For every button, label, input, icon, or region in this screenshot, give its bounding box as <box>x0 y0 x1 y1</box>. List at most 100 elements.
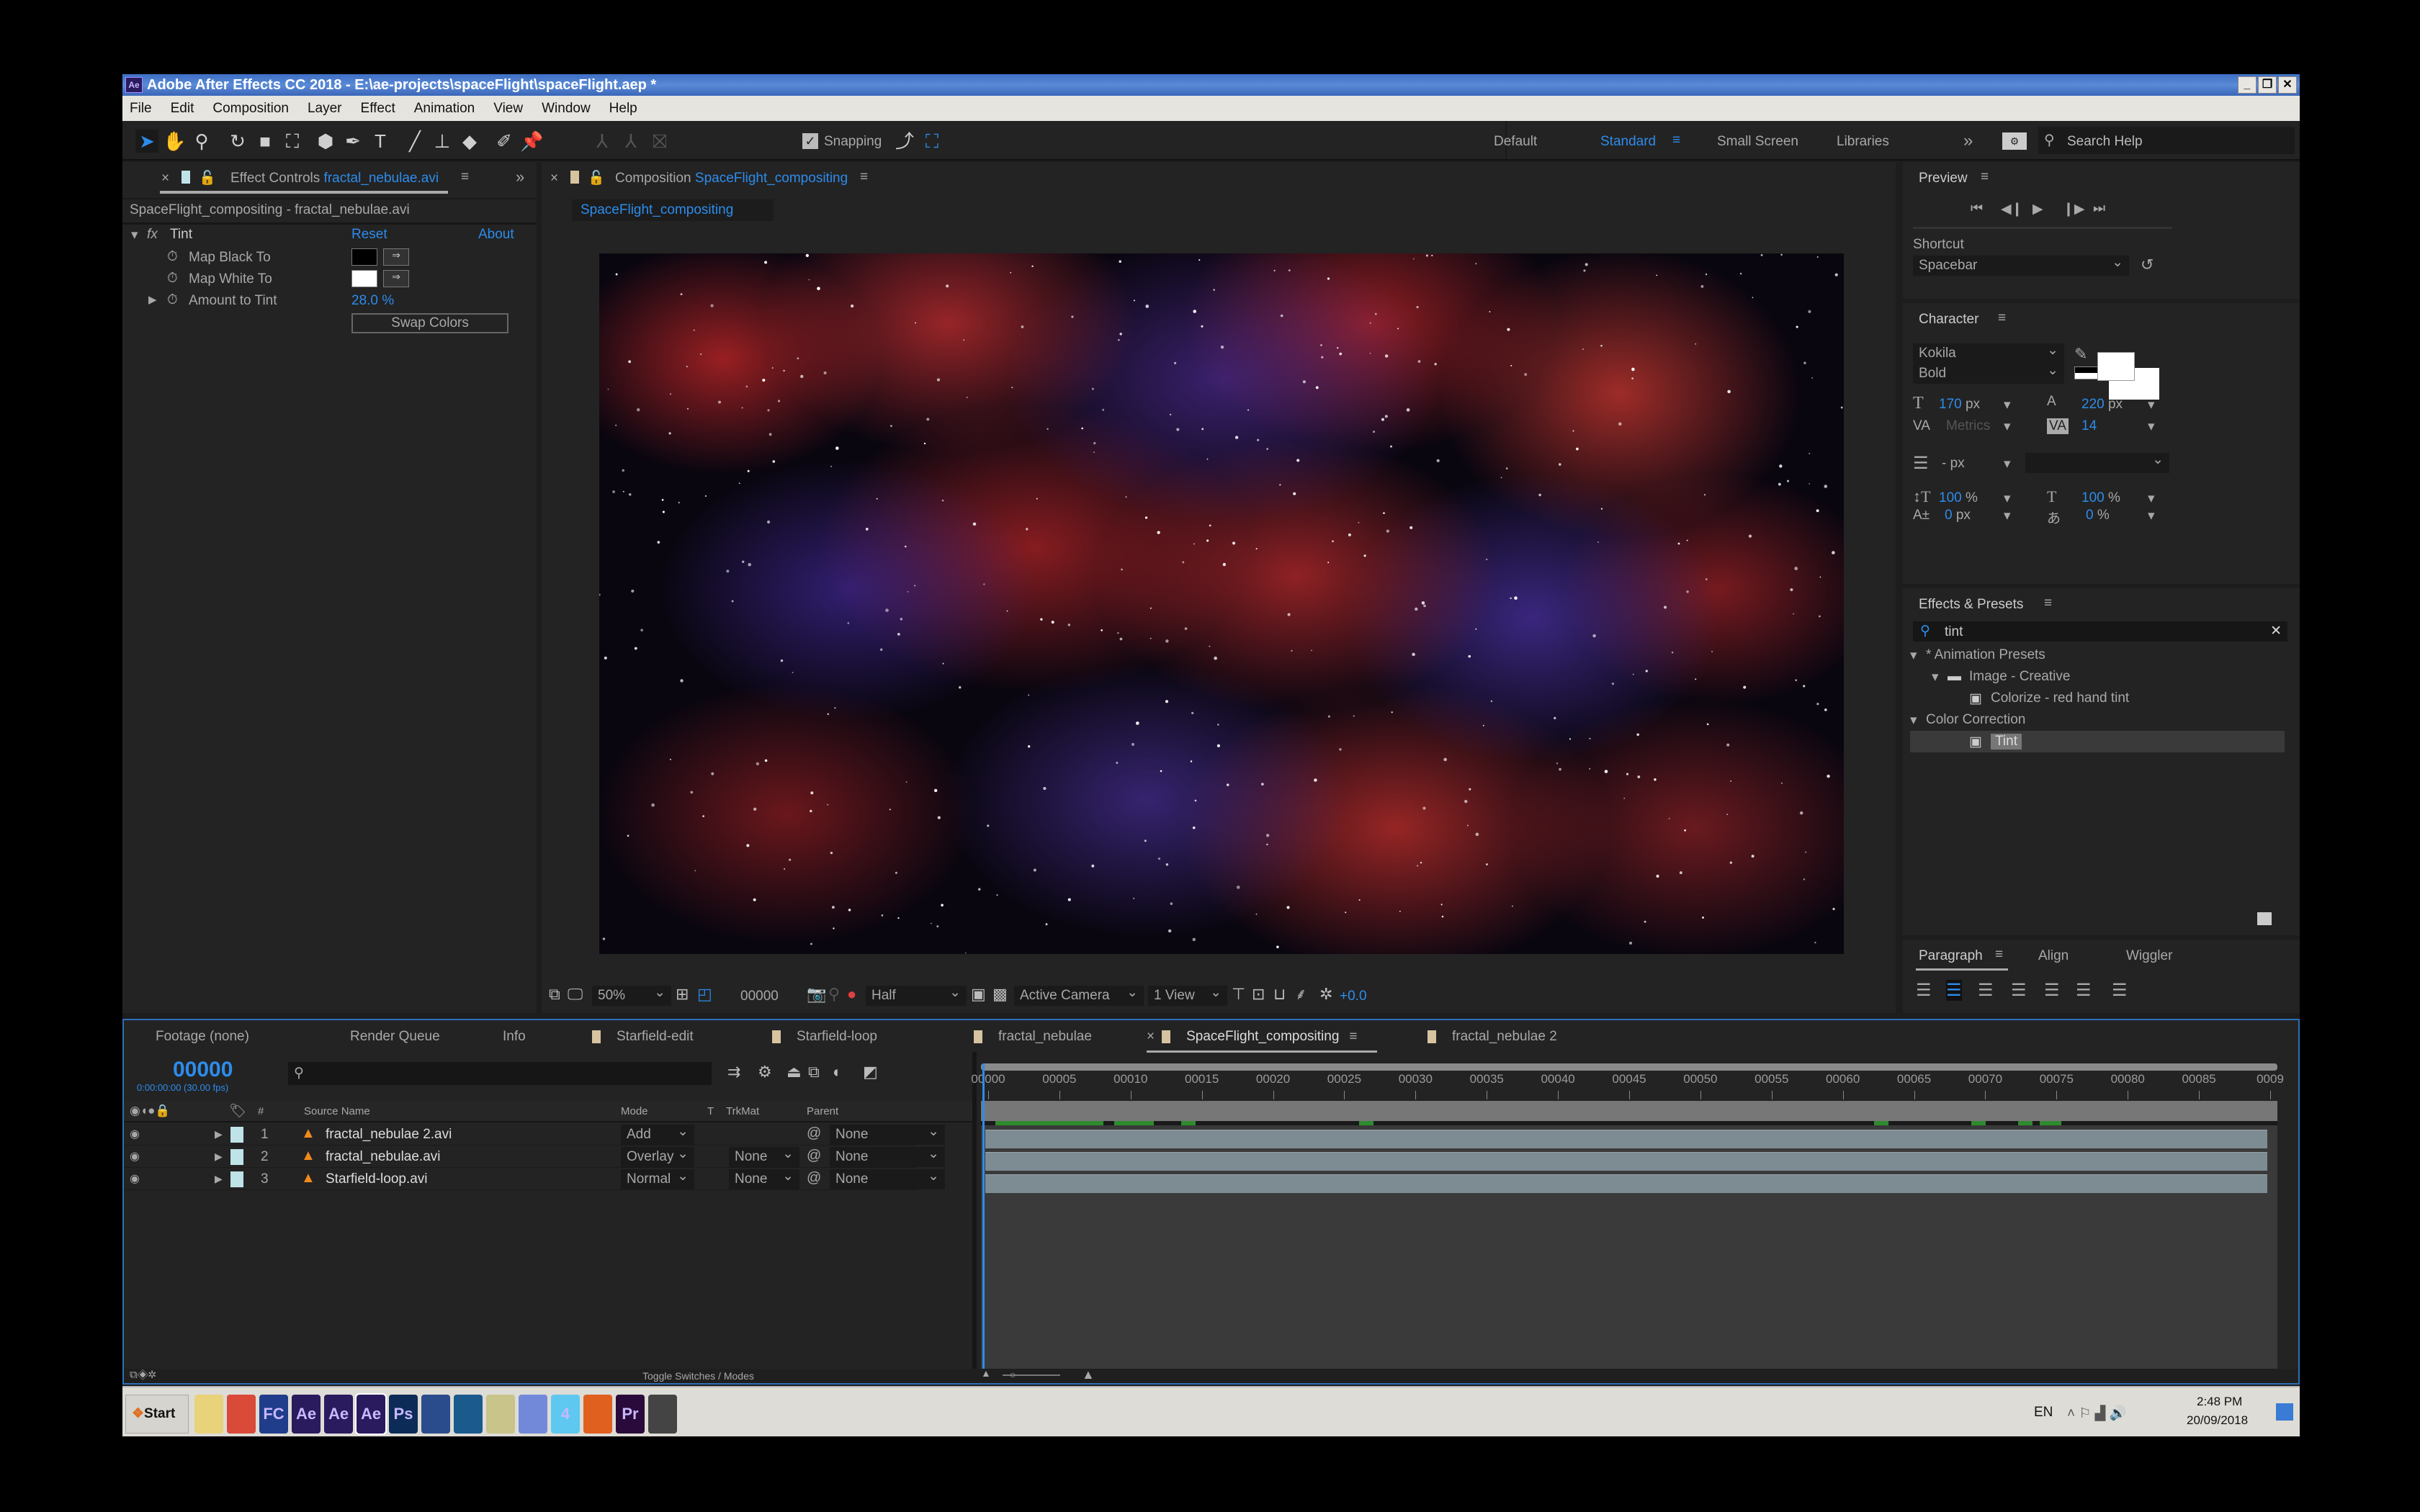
minimize-button[interactable]: _ <box>2238 76 2257 94</box>
new-folder-icon[interactable] <box>2257 912 2272 925</box>
work-area-bar[interactable] <box>981 1063 2277 1071</box>
align-left-icon[interactable]: ☰ <box>1916 980 1932 1001</box>
close-button[interactable]: ✕ <box>2278 76 2297 94</box>
show-desktop-button[interactable] <box>2276 1403 2293 1421</box>
about-link[interactable]: About <box>478 227 514 243</box>
align-right-icon[interactable]: ☰ <box>1978 980 1994 1001</box>
parent-dropdown[interactable]: None <box>830 1166 945 1189</box>
black-white-swatch[interactable] <box>2074 366 2099 379</box>
trkmat-dropdown[interactable]: None <box>729 1166 799 1189</box>
search-help-field[interactable]: ⚲ Search Help <box>2038 127 2295 154</box>
work-area-range[interactable] <box>981 1101 2277 1121</box>
dropdown-arrow-icon[interactable]: ▾ <box>2004 490 2011 507</box>
timeline-tab[interactable]: Render Queue <box>350 1029 440 1045</box>
draft-3d-icon[interactable]: ⚙ <box>758 1062 772 1082</box>
close-tab-icon[interactable]: × <box>161 171 169 186</box>
leading-value[interactable]: 220 <box>2081 397 2105 412</box>
mode-dropdown[interactable]: Normal <box>621 1169 694 1189</box>
zoom-dropdown[interactable]: 50% <box>592 983 671 1006</box>
graph-editor-icon[interactable]: ◩ <box>863 1062 878 1082</box>
justify-left-icon[interactable]: ☰ <box>2011 980 2027 1001</box>
always-preview-icon[interactable]: ⧉ <box>549 984 560 1004</box>
font-size-value[interactable]: 170 <box>1939 397 1962 412</box>
fast-previews-icon[interactable]: ⊡ <box>1252 984 1265 1004</box>
tab-paragraph[interactable]: Paragraph <box>1919 948 1983 964</box>
resolution-dropdown[interactable]: Half <box>866 983 967 1006</box>
clock-time[interactable]: 2:48 PM <box>2197 1395 2242 1409</box>
label-color-icon[interactable] <box>230 1149 243 1165</box>
close-tab-icon[interactable]: × <box>550 171 558 186</box>
fx-icon[interactable]: fx <box>147 227 158 243</box>
parent-dropdown[interactable]: None <box>830 1122 945 1145</box>
horizontal-scale-value[interactable]: 100 <box>2081 490 2105 505</box>
expand-panels-icon[interactable]: » <box>516 168 524 186</box>
taskbar-discord-icon[interactable] <box>519 1395 547 1434</box>
reset-shortcut-icon[interactable]: ↺ <box>2141 256 2154 274</box>
collapse-triangle-icon[interactable]: ▾ <box>131 227 138 243</box>
hide-shy-layers-icon[interactable]: ⏏ <box>786 1062 802 1082</box>
tsume-value[interactable]: 0 <box>2086 508 2094 523</box>
pan-behind-tool-icon[interactable]: ⛶ <box>281 130 304 153</box>
menu-file[interactable]: File <box>130 101 152 117</box>
layer-name[interactable]: fractal_nebulae 2.avi <box>326 1127 452 1143</box>
taskbar-after-effects-2-icon[interactable]: Ae <box>324 1395 353 1434</box>
motion-blur-icon[interactable]: ◐ <box>833 1062 842 1082</box>
justify-center-icon[interactable]: ☰ <box>2044 980 2060 1001</box>
layer-duration-bar[interactable] <box>985 1174 2267 1193</box>
workspace-menu-icon[interactable]: ≡ <box>1672 132 1680 148</box>
shape-tool-icon[interactable]: ⬢ <box>314 130 337 153</box>
menu-composition[interactable]: Composition <box>212 101 289 117</box>
stopwatch-icon[interactable]: ⏱ <box>167 249 178 265</box>
pickwhip-icon[interactable]: @ <box>807 1125 821 1142</box>
region-of-interest-icon[interactable]: ▣ <box>971 984 986 1004</box>
current-timecode[interactable]: 00000 <box>173 1058 233 1082</box>
expand-layer-icon[interactable]: ▶ <box>215 1173 223 1185</box>
swap-colors-button[interactable]: Swap Colors <box>351 313 508 333</box>
lock-icon[interactable]: 🔓 <box>588 169 605 186</box>
workspace-standard[interactable]: Standard <box>1600 134 1656 150</box>
taskbar-notes-icon[interactable] <box>486 1395 515 1434</box>
snapping-checkbox[interactable]: ✓ <box>802 133 818 149</box>
stroke-value[interactable]: - <box>1942 456 1946 471</box>
taskbar-tool-icon[interactable] <box>648 1395 677 1434</box>
justify-all-icon[interactable]: ☰ <box>2112 980 2128 1001</box>
reset-link[interactable]: Reset <box>351 227 387 243</box>
stopwatch-icon[interactable]: ⏱ <box>167 292 178 308</box>
menu-view[interactable]: View <box>493 101 523 117</box>
comp-subtab[interactable]: SpaceFlight_compositing <box>572 199 774 221</box>
dropdown-arrow-icon[interactable]: ▾ <box>2004 508 2011 524</box>
monitor-icon[interactable]: 🖵 <box>568 984 583 1004</box>
panel-menu-icon[interactable]: ≡ <box>1349 1029 1357 1044</box>
layer-duration-bar[interactable] <box>985 1130 2267 1148</box>
amount-value[interactable]: 28.0 % <box>351 293 394 309</box>
label-color-icon[interactable] <box>230 1127 243 1143</box>
visibility-eye-icon[interactable]: ◉ <box>130 1127 140 1141</box>
first-frame-icon[interactable]: ⏮ <box>1971 201 1983 217</box>
stroke-style-dropdown[interactable] <box>2025 450 2169 473</box>
puppet-pin-tool-icon[interactable]: 📌 <box>520 130 543 153</box>
vertical-scale-value[interactable]: 100 <box>1939 490 1962 505</box>
kerning-value[interactable]: Metrics <box>1946 418 1990 434</box>
parent-dropdown[interactable]: None <box>830 1144 945 1167</box>
taskbar-cinema4d-icon[interactable] <box>421 1395 450 1434</box>
rotate-tool-icon[interactable]: ↻ <box>226 130 249 153</box>
taskbar-app-4-icon[interactable]: 4 <box>551 1395 580 1434</box>
toggle-pixel-aspect-icon[interactable]: ⊤ <box>1232 984 1245 1004</box>
mask-visibility-icon[interactable]: ◰ <box>697 984 712 1004</box>
dropdown-arrow-icon[interactable]: ▾ <box>2004 397 2011 413</box>
menu-window[interactable]: Window <box>542 101 591 117</box>
hand-tool-icon[interactable]: ✋ <box>163 130 186 153</box>
clock-date[interactable]: 20/09/2018 <box>2187 1413 2248 1428</box>
map-black-swatch[interactable] <box>351 248 377 266</box>
workspace-libraries[interactable]: Libraries <box>1837 134 1889 150</box>
layer-name[interactable]: fractal_nebulae.avi <box>326 1149 441 1165</box>
tray-icons[interactable]: ˄ ⚐ ▟ 🔊 <box>2067 1405 2126 1422</box>
baseline-value[interactable]: 0 <box>1945 508 1953 523</box>
menu-effect[interactable]: Effect <box>361 101 395 117</box>
expand-triangle-icon[interactable]: ▾ <box>1910 647 1917 664</box>
taskbar-sync-icon[interactable] <box>454 1395 483 1434</box>
eyedropper-icon[interactable]: ✎ <box>2074 345 2087 364</box>
zoom-out-icon[interactable]: ▲ <box>981 1367 991 1379</box>
safe-zones-icon[interactable]: ⊞ <box>676 984 689 1004</box>
toggle-switches-modes-button[interactable]: Toggle Switches / Modes <box>642 1370 754 1382</box>
